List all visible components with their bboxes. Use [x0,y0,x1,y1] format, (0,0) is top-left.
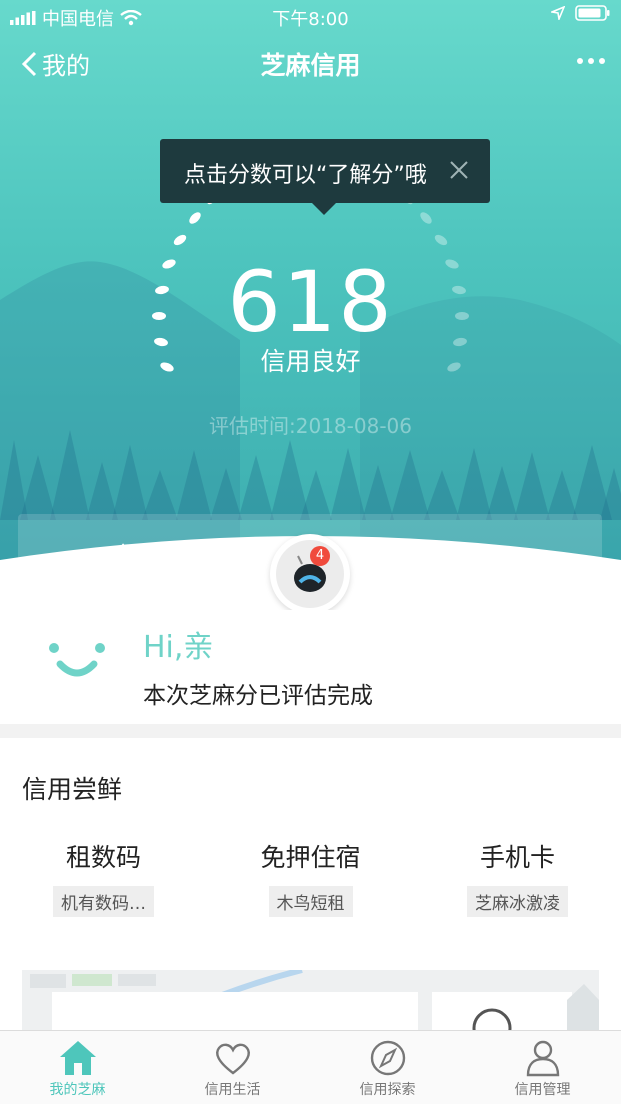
tab-label: 我的芝麻 [49,1082,106,1098]
compass-icon [370,1040,405,1076]
credit-hero: 中国电信 下午8:00 我的 芝麻信用 点击分数可以“了解分”哦 618 信用良… [0,0,621,610]
robot-face [276,540,344,608]
bottom-tab-bar: 我的芝麻 信用生活 信用探索 信用管理 [0,1030,621,1104]
tab-my-sesame[interactable]: 我的芝麻 [0,1039,155,1099]
heart-icon [215,1043,250,1075]
trial-item-name: 免押住宿 [260,843,361,872]
nearby-rental-card[interactable] [22,970,599,1030]
tab-credit-explore[interactable]: 信用探索 [310,1039,465,1099]
section-title: 信用尝鲜 [22,775,123,804]
map-thumbnail [22,970,599,1030]
trial-item-sim-card[interactable]: 手机卡 芝麻冰激凌 [414,838,621,921]
robot-assistant-avatar[interactable]: 4 [270,534,350,614]
hero-curve [0,536,621,610]
tab-credit-life[interactable]: 信用生活 [155,1039,310,1099]
trial-item-deposit-free-stay[interactable]: 免押住宿 木鸟短租 [207,838,414,921]
person-icon [526,1040,559,1077]
trial-item-name: 租数码 [65,843,141,872]
robot-icon [294,555,326,592]
trial-item-provider: 机有数码… [53,886,154,917]
home-icon [59,1041,96,1075]
smile-icon [49,643,105,677]
tab-label: 信用生活 [204,1082,261,1098]
tab-credit-manage[interactable]: 信用管理 [465,1039,620,1099]
trial-item-rent-digital[interactable]: 租数码 机有数码… [0,838,207,921]
greeting-card: Hi,亲 本次芝麻分已评估完成 [0,610,621,724]
greeting-message: 本次芝麻分已评估完成 [143,683,373,709]
greeting-title: Hi,亲 [143,630,214,665]
trial-item-provider: 木鸟短租 [268,886,353,917]
tab-label: 信用探索 [359,1082,416,1098]
trial-item-provider: 芝麻冰激凌 [467,886,568,917]
tab-label: 信用管理 [514,1082,571,1098]
trial-item-name: 手机卡 [479,843,555,872]
notification-badge: 4 [310,546,330,566]
